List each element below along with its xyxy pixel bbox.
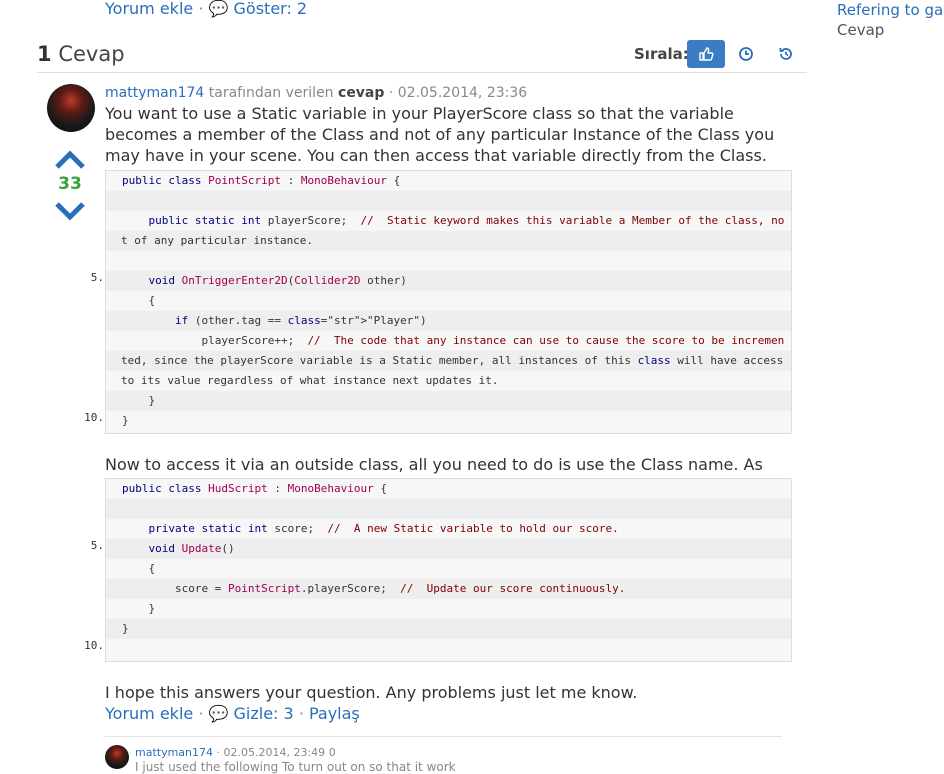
code-line: playerScore++; // The code that any inst… (122, 334, 785, 347)
code-line (106, 191, 791, 211)
hide-comments-label: Gizle: 3 (233, 704, 294, 723)
hide-comments-link[interactable]: 💬 Gizle: 3 (209, 704, 294, 723)
sort-label: Sırala: (634, 45, 689, 63)
code-line: private static int score; // A new Stati… (148, 522, 619, 535)
sort-by-votes-button[interactable] (687, 40, 725, 68)
answer-by-text: tarafından verilen (208, 85, 334, 101)
comment-date: · 02.05.2014, 23:49 (216, 746, 326, 759)
line-number: 5. (90, 539, 104, 552)
related-sidebar: Refering to gar Cevap (837, 0, 944, 40)
question-actions: Yorum ekle · 💬 Göster: 2 (105, 0, 307, 18)
code-line: void OnTriggerEnter2D(Collider2D other) (106, 271, 791, 291)
comment-icon: 💬 (208, 704, 234, 723)
answer-paragraph-3: I hope this answers your question. Any p… (105, 683, 638, 702)
thumbs-up-icon (699, 47, 714, 61)
code-line: public class HudScript : MonoBehaviour { (122, 482, 387, 495)
vote-down-button[interactable] (54, 200, 86, 226)
code-line: } (106, 619, 791, 639)
line-number: 5. (90, 271, 104, 284)
code-line: { (122, 562, 156, 575)
sort-by-oldest-button[interactable] (727, 40, 765, 68)
add-comment-link[interactable]: Yorum ekle (105, 704, 193, 723)
history-icon (779, 48, 792, 60)
comment-author-link[interactable]: mattyman174 (135, 746, 213, 759)
show-comments-label: Göster: 2 (233, 0, 308, 18)
line-number: 10. (84, 411, 104, 424)
add-comment-link[interactable]: Yorum ekle (105, 0, 193, 18)
share-link[interactable]: Paylaş (309, 704, 360, 723)
sort-by-recent-button[interactable] (767, 40, 805, 68)
comment-votes: 0 (328, 746, 336, 759)
related-question-meta: Cevap (837, 21, 885, 39)
code-line: public class PointScript : MonoBehaviour… (122, 174, 401, 187)
code-line: to its value regardless of what instance… (121, 374, 499, 387)
code-line: } (122, 602, 156, 615)
avatar[interactable] (47, 84, 95, 132)
comment-meta: mattyman174 · 02.05.2014, 23:49 0 (135, 746, 336, 759)
code-line: score = PointScript.playerScore; // Upda… (106, 579, 791, 599)
show-comments-link[interactable]: 💬 Göster: 2 (209, 0, 308, 18)
code-line: t of any particular instance. (106, 231, 791, 251)
code-line: } (122, 414, 129, 427)
line-number: 10. (84, 639, 104, 652)
comment-text: I just used the following To turn out on… (135, 760, 456, 774)
code-line: { (122, 294, 156, 307)
code-line: void Update() (106, 539, 791, 559)
code-line: public static int playerScore; // Static… (148, 214, 785, 227)
answer-author-link[interactable]: mattyman174 (105, 85, 204, 101)
vote-count: 33 (58, 174, 82, 194)
code-line (106, 499, 791, 519)
related-question-link[interactable]: Refering to gar (837, 0, 944, 20)
code-line: ted, since the playerScore variable is a… (106, 351, 791, 371)
divider (105, 736, 782, 737)
divider (37, 72, 807, 73)
code-line: } (106, 391, 791, 411)
separator: · (193, 0, 209, 18)
answers-label: Cevap (58, 42, 125, 66)
code-block: 5. 10. public class HudScript : MonoBeha… (84, 478, 792, 662)
answer-type: cevap (338, 85, 385, 101)
separator: · (293, 704, 309, 723)
avatar[interactable] (105, 745, 129, 769)
answer-date: · 02.05.2014, 23:36 (388, 85, 528, 101)
comment-icon: 💬 (208, 0, 234, 18)
separator: · (193, 704, 209, 723)
code-line: if (other.tag == class="str">"Player") (106, 311, 791, 331)
answer-meta: mattyman174 tarafından verilen cevap · 0… (105, 84, 527, 102)
code-block: 5. 10. public class PointScript : MonoBe… (84, 170, 792, 434)
vote-up-button[interactable] (54, 148, 86, 174)
answers-count: 1 (37, 42, 52, 66)
answers-heading: 1 Cevap (37, 42, 125, 66)
chevron-up-icon (55, 150, 85, 169)
answer-actions: Yorum ekle · 💬 Gizle: 3 · Paylaş (105, 703, 360, 724)
chevron-down-icon (55, 202, 85, 221)
clock-icon (739, 47, 753, 61)
